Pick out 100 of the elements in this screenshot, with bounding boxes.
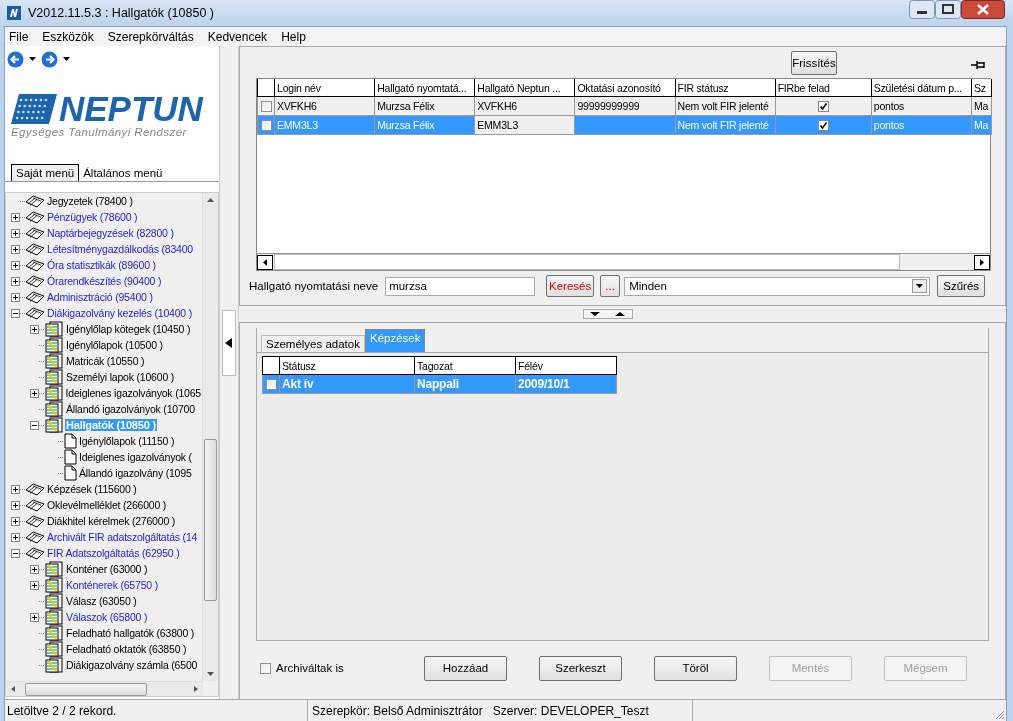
expand-icon[interactable]	[11, 244, 20, 254]
tree-item[interactable]: Diákigazolvány kezelés (10400 )	[46, 307, 193, 319]
column-header[interactable]: Születési dátum p...	[871, 79, 972, 97]
tree-item[interactable]: Állandó igazolványok (10700	[65, 403, 196, 415]
documents-icon	[44, 417, 64, 433]
row-checkbox[interactable]	[260, 120, 272, 132]
tree-item[interactable]: Oklevélmelléklet (266000 )	[46, 499, 168, 511]
search-button[interactable]: Keresés	[546, 275, 595, 297]
tree-item[interactable]: Jegyzetek (78400 )	[46, 195, 134, 207]
checkmark-icon[interactable]	[817, 101, 829, 113]
filter-button[interactable]: Szűrés	[937, 275, 986, 297]
dropdown-caret-icon[interactable]	[63, 57, 70, 61]
collapse-icon[interactable]	[11, 308, 20, 318]
menu-item[interactable]: Kedvencek	[207, 29, 268, 44]
tree-item[interactable]: Válasz (63050 )	[65, 595, 138, 607]
tree-item[interactable]: Igénylőlap kötegek (10450 )	[65, 323, 192, 335]
search-field[interactable]: murzsa	[385, 276, 536, 296]
maximize-icon[interactable]	[935, 0, 961, 19]
detail-tab[interactable]: Személyes adatok	[261, 335, 365, 352]
expand-icon[interactable]	[30, 580, 39, 590]
scrollbar-thumb[interactable]	[204, 439, 217, 601]
tree-item[interactable]: Igénylőlapok (10500 )	[65, 339, 164, 351]
left-arrow-icon[interactable]	[225, 337, 233, 348]
column-header[interactable]: Félév	[515, 356, 617, 375]
menu-item[interactable]: File	[9, 29, 29, 44]
tree-item[interactable]: Archivált FIR adatszolgáltatás (14	[46, 531, 199, 543]
expand-icon[interactable]	[11, 500, 20, 510]
tree-item[interactable]: Diákhitel kérelmek (276000 )	[46, 515, 177, 527]
tree-item[interactable]: Diákigazolvány számla (6500	[65, 659, 199, 671]
menu-tab[interactable]: Saját menü	[11, 164, 80, 181]
row-checkbox[interactable]	[265, 379, 277, 391]
expand-icon[interactable]	[11, 516, 20, 526]
scrollbar-thumb[interactable]	[25, 683, 147, 696]
column-header[interactable]: Hallgató nyomtatá...	[374, 79, 475, 97]
column-header[interactable]: Státusz	[279, 356, 415, 375]
filter-dropdown[interactable]: Minden	[624, 276, 931, 296]
expand-icon[interactable]	[30, 564, 39, 574]
tree-item[interactable]: Konténer (63000 )	[65, 563, 149, 575]
splitter-arrows-icon[interactable]	[582, 309, 633, 319]
refresh-button[interactable]: Frissítés	[791, 50, 837, 75]
tree-item[interactable]: Feladható hallgatók (63800 )	[65, 627, 196, 639]
menu-tab[interactable]: Általános menü	[79, 165, 167, 181]
column-header[interactable]: Login név	[274, 79, 375, 97]
forward-icon[interactable]	[41, 50, 58, 68]
collapse-icon[interactable]	[11, 548, 20, 558]
tree-item[interactable]: Igénylőlapok (11150 )	[78, 435, 176, 447]
menu-item[interactable]: Eszközök	[42, 29, 94, 44]
column-header[interactable]: Sz	[971, 79, 992, 97]
column-header[interactable]: Hallgató Neptun ...	[474, 79, 575, 97]
scrollbar-thumb[interactable]	[274, 254, 900, 270]
expand-icon[interactable]	[11, 260, 20, 270]
expand-icon[interactable]	[30, 324, 39, 334]
tree-item[interactable]: Válaszok (65800 )	[65, 611, 149, 623]
tree-item[interactable]: Naptárbejegyzések (82800 )	[46, 227, 175, 239]
menu-item[interactable]: Szerepkörváltás	[107, 29, 194, 44]
expand-icon[interactable]	[30, 612, 39, 622]
column-header[interactable]: Tagozat	[414, 356, 516, 375]
more-button[interactable]: ...	[600, 275, 621, 297]
collapse-icon[interactable]	[30, 420, 39, 430]
close-icon[interactable]	[961, 0, 1005, 19]
tree-item[interactable]: Személyi lapok (10600 )	[65, 371, 176, 383]
action-button[interactable]: Töröl	[654, 655, 737, 681]
pin-icon[interactable]	[971, 59, 987, 70]
tree-item[interactable]: Ideiglenes igazolványok (1065	[64, 387, 202, 399]
tree-item[interactable]: Matricák (10550 )	[65, 355, 146, 367]
tree-item[interactable]: FIR Adatszolgáltatás (62950 )	[46, 547, 181, 559]
column-header[interactable]: Oktatási azonosító	[574, 79, 675, 97]
expand-icon[interactable]	[11, 228, 20, 238]
scroll-left-icon[interactable]	[257, 254, 273, 270]
expand-icon[interactable]	[11, 292, 20, 302]
tree-item[interactable]: Létesítménygazdálkodás (83400	[46, 243, 194, 255]
tree-item[interactable]: Feladható oktatók (63850 )	[65, 643, 188, 655]
tree-item[interactable]: Állandó igazolvány (1095	[78, 467, 193, 479]
expand-icon[interactable]	[11, 212, 20, 222]
back-icon[interactable]	[7, 50, 24, 68]
expand-icon[interactable]	[11, 484, 20, 494]
minimize-icon[interactable]	[909, 0, 935, 19]
tree-item[interactable]: Óra statisztikák (89600 )	[46, 259, 157, 271]
resize-grip-icon[interactable]	[993, 708, 1005, 720]
tree-item[interactable]: Órarendkészítés (90400 )	[46, 275, 163, 287]
dropdown-caret-icon[interactable]	[29, 57, 36, 61]
archived-checkbox[interactable]	[260, 662, 271, 674]
tree-item[interactable]: Képzések (115600 )	[46, 483, 138, 495]
documents-icon	[44, 401, 64, 417]
tree-item[interactable]: Adminisztráció (95400 )	[46, 291, 154, 303]
scroll-right-icon[interactable]	[974, 254, 990, 270]
collapse-panel-button[interactable]	[222, 309, 236, 376]
action-button[interactable]: Hozzáad	[424, 655, 507, 681]
tree-item[interactable]: Ideiglenes igazolványok (	[78, 451, 193, 463]
menu-item[interactable]: Help	[281, 29, 306, 44]
checkmark-icon[interactable]	[817, 120, 829, 132]
expand-icon[interactable]	[30, 388, 39, 398]
expand-icon[interactable]	[11, 532, 20, 542]
column-header[interactable]: FIRbe felad	[775, 79, 872, 97]
column-header[interactable]: FIR státusz	[675, 79, 776, 97]
action-button[interactable]: Szerkeszt	[539, 655, 622, 681]
tree-item[interactable]: Pénzügyek (78600 )	[46, 211, 139, 223]
row-checkbox[interactable]	[260, 101, 272, 113]
tree-item[interactable]: Konténerek (65750 )	[65, 579, 159, 591]
expand-icon[interactable]	[11, 276, 20, 286]
